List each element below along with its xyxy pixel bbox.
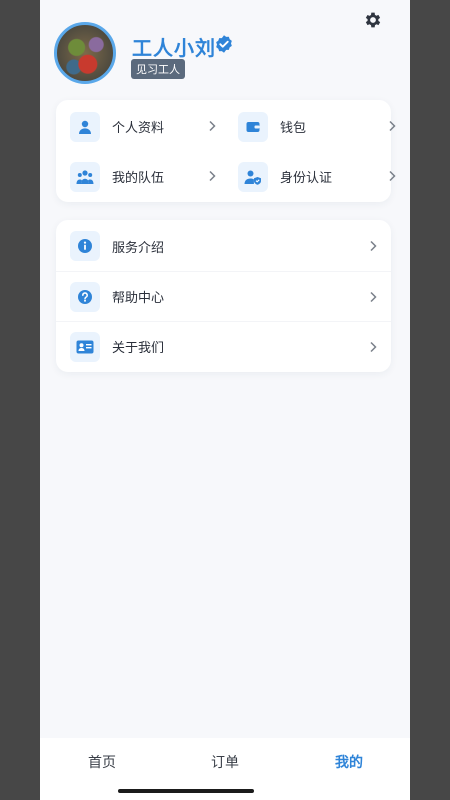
verified-badge-icon (216, 35, 232, 53)
about-card-icon (70, 331, 100, 362)
grid-item-label: 钱包 (280, 121, 307, 136)
role-badge: 见习工人 (131, 59, 185, 79)
chevron-right-icon (370, 341, 377, 353)
chevron-right-icon (389, 120, 396, 132)
chevron-right-icon (209, 170, 216, 182)
grid-item-profile[interactable]: 个人资料 (70, 101, 238, 152)
help-icon (70, 281, 100, 312)
menu-item-about-us[interactable]: 关于我们 (56, 321, 391, 371)
person-icon (70, 111, 100, 142)
grid-item-label: 个人资料 (112, 121, 165, 136)
grid-item-wallet[interactable]: 钱包 (238, 101, 406, 152)
tab-home[interactable]: 首页 (88, 752, 116, 772)
team-icon (70, 161, 100, 192)
menu-item-label: 关于我们 (112, 341, 165, 356)
menu-item-label: 帮助中心 (112, 291, 165, 306)
id-verify-icon (238, 161, 268, 192)
profile-header: 工人小刘 见习工人 (54, 22, 394, 86)
grid-item-team[interactable]: 我的队伍 (70, 151, 238, 202)
chevron-right-icon (370, 240, 377, 252)
grid-item-label: 身份认证 (280, 171, 333, 186)
avatar[interactable] (54, 22, 116, 84)
tab-orders[interactable]: 订单 (211, 752, 239, 772)
menu-item-help-center[interactable]: 帮助中心 (56, 271, 391, 321)
user-name: 工人小刘 (132, 36, 216, 60)
chevron-right-icon (389, 170, 396, 182)
home-indicator (118, 789, 254, 793)
menu-list-card: 服务介绍 帮助中心 关于我们 (56, 220, 391, 372)
wallet-icon (238, 111, 268, 142)
info-icon (70, 231, 100, 261)
profile-screen: 工人小刘 见习工人 个人资料 钱包 我的队伍 身份认证 服务介绍 帮助中心 关于… (40, 0, 410, 800)
menu-item-service-intro[interactable]: 服务介绍 (56, 221, 391, 271)
quick-actions-card: 个人资料 钱包 我的队伍 身份认证 (56, 100, 396, 202)
grid-item-id-verify[interactable]: 身份认证 (238, 151, 406, 202)
chevron-right-icon (209, 120, 216, 132)
chevron-right-icon (370, 291, 377, 303)
menu-item-label: 服务介绍 (112, 240, 165, 256)
grid-item-label: 我的队伍 (112, 171, 165, 186)
tab-mine[interactable]: 我的 (335, 752, 363, 772)
